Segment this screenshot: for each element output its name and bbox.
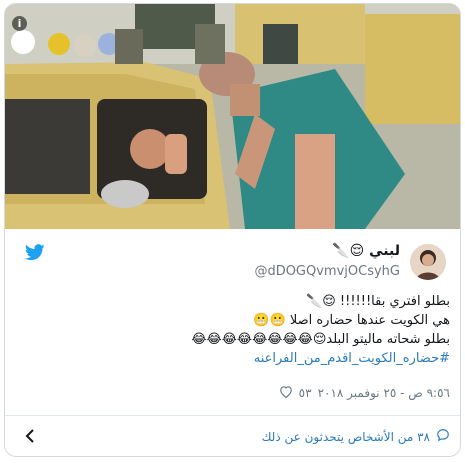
- chevron-left-icon[interactable]: [25, 428, 35, 447]
- tweet-embed-card: i لبني 😌🔪 @dDOGQvmvjOCsyhG بطلو افتري بق…: [4, 3, 461, 457]
- twitter-bird-icon[interactable]: [25, 244, 45, 261]
- author-handle[interactable]: @dDOGQvmvjOCsyhG: [254, 264, 400, 279]
- author-avatar[interactable]: [410, 244, 446, 280]
- tweet-line: بطلو افتري بقا!!!!!! 😌🔪: [306, 294, 450, 309]
- tweet-line: بطلو شحاته ماليتو البلد😌😂😂😂😂😂😂😂😂: [191, 332, 450, 347]
- info-icon[interactable]: i: [12, 16, 27, 31]
- tweet-text: بطلو افتري بقا!!!!!! 😌🔪 هي الكويت عندها …: [20, 292, 450, 368]
- tweet-header: لبني 😌🔪 @dDOGQvmvjOCsyhG: [5, 232, 460, 292]
- timestamp[interactable]: ٩:٥٦ ص - ٢٥ نوفمبر ٢٠١٨: [318, 386, 450, 400]
- chat-bubble-icon: [436, 428, 450, 445]
- hashtag-link[interactable]: #حضاره_الكويت_اقدم_من_الفراعنه: [20, 349, 450, 368]
- heart-icon[interactable]: [279, 385, 293, 401]
- tweet-line: هي الكويت عندها حضاره اصلا 😬😬: [253, 313, 450, 328]
- tweet-media-image[interactable]: i: [5, 4, 460, 229]
- people-talking-link[interactable]: ٣٨ من الأشخاص يتحدثون عن ذلك: [262, 428, 450, 445]
- tweet-meta: ٩:٥٦ ص - ٢٥ نوفمبر ٢٠١٨ ٥٣: [279, 385, 450, 401]
- like-count: ٥٣: [298, 386, 312, 400]
- tweet-footer: ٣٨ من الأشخاص يتحدثون عن ذلك: [5, 416, 460, 456]
- people-talking-label: ٣٨ من الأشخاص يتحدثون عن ذلك: [261, 429, 430, 444]
- author-display-name[interactable]: لبني 😌🔪: [332, 243, 400, 259]
